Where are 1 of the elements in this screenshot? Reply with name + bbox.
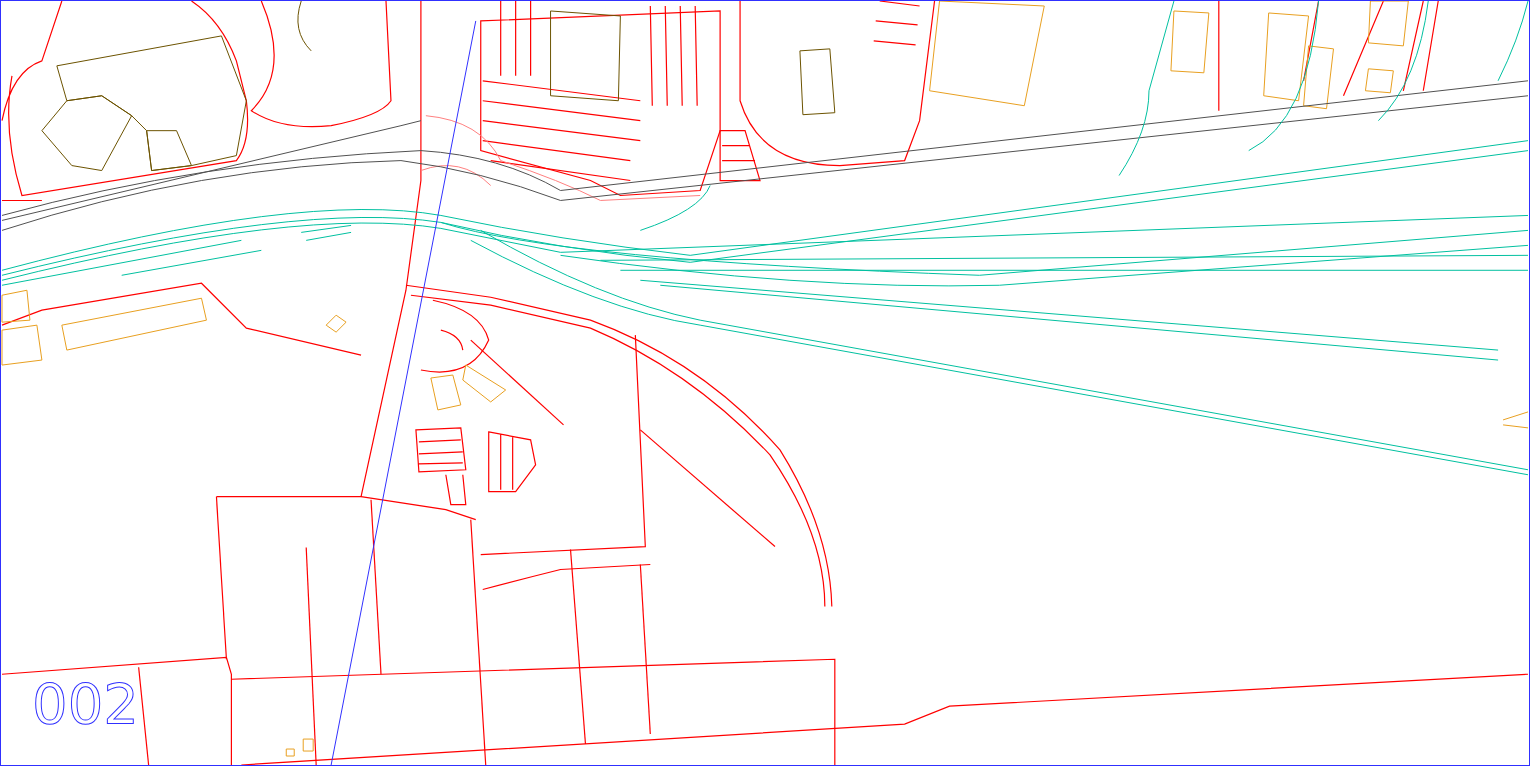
sheet-label: 002	[32, 676, 139, 732]
